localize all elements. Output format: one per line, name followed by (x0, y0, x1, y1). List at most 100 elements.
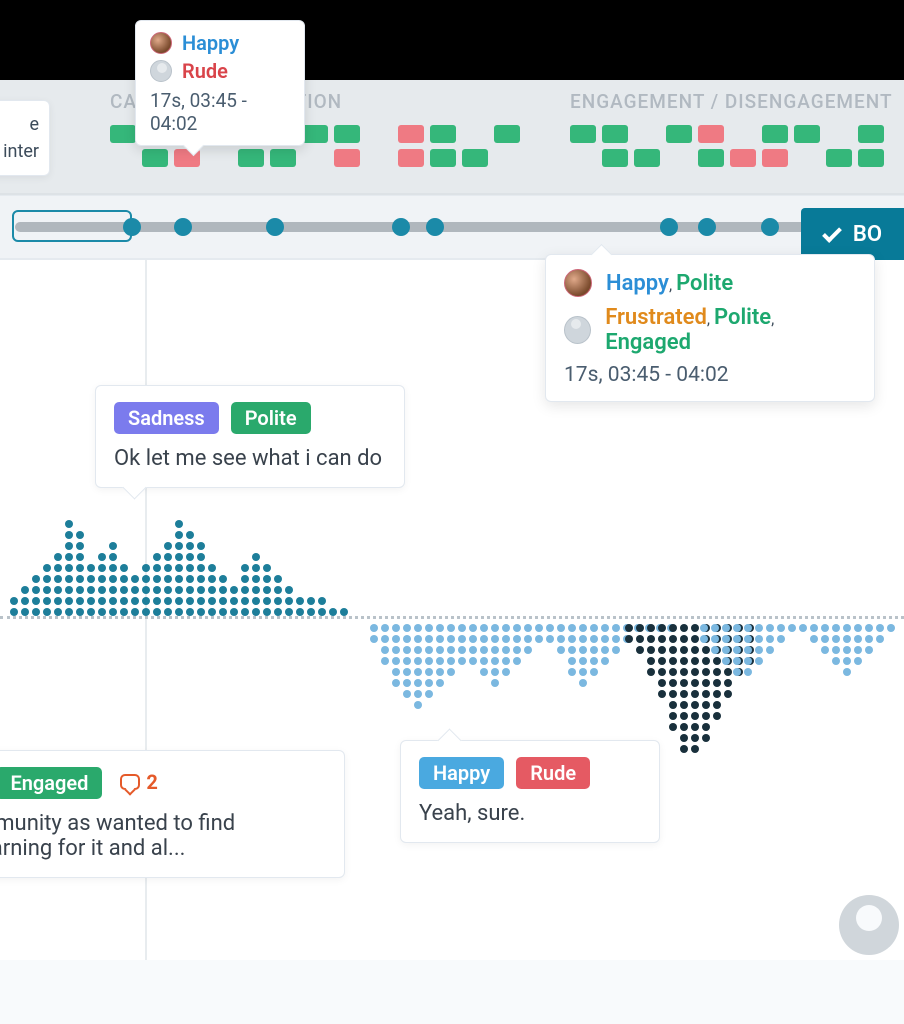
comment-count[interactable]: 2 (120, 770, 157, 794)
segment[interactable] (858, 125, 884, 143)
segment-row[interactable] (570, 149, 893, 167)
bubble-text: Ok let me see what i can do (114, 446, 386, 471)
emo-frustrated: Frustrated (605, 305, 707, 330)
popover-time: 17s, 03:45 - 04:02 (564, 363, 856, 387)
waveform-canvas[interactable] (0, 520, 904, 720)
sep: , (669, 275, 676, 294)
segment[interactable] (110, 149, 136, 167)
tooltip-emotion-1: Happy (182, 31, 239, 55)
segment[interactable] (462, 149, 488, 167)
segment[interactable] (762, 125, 788, 143)
help-fab-icon[interactable] (839, 895, 899, 955)
segment[interactable] (858, 149, 884, 167)
segment[interactable] (826, 149, 852, 167)
timeline-marker[interactable] (426, 218, 444, 236)
segment[interactable] (634, 149, 660, 167)
segment[interactable] (110, 125, 136, 143)
timeline-marker[interactable] (392, 218, 410, 236)
segment[interactable] (462, 125, 488, 143)
emo-happy: Happy (606, 271, 669, 296)
timeline-marker[interactable] (660, 218, 678, 236)
segment[interactable] (826, 125, 852, 143)
segment[interactable] (570, 125, 596, 143)
segment[interactable] (142, 149, 168, 167)
emo-polite: Polite (676, 271, 733, 296)
segment[interactable] (366, 125, 392, 143)
timeline-strip: BO (0, 195, 904, 260)
line: g a warning for it and al... (0, 836, 326, 861)
avatar-agent-icon (564, 269, 592, 297)
segment[interactable] (634, 125, 660, 143)
transcript-bubble-customer[interactable]: Happy Rude Yeah, sure. (400, 740, 660, 843)
segment[interactable] (302, 149, 328, 167)
waveform-speaker1 (10, 520, 348, 616)
segment[interactable] (666, 149, 692, 167)
segment[interactable] (730, 125, 756, 143)
emotion-column-engagement: ENGAGEMENT / DISENGAGEMENT (570, 90, 893, 173)
segment[interactable] (334, 149, 360, 167)
timeline-marker[interactable] (266, 218, 284, 236)
comment-number: 2 (146, 770, 157, 794)
timeline-marker[interactable] (761, 218, 779, 236)
avatar-agent-icon (150, 32, 172, 54)
segment[interactable] (602, 125, 628, 143)
timeline-track[interactable] (15, 222, 854, 232)
transcript-bubble-agent[interactable]: Sadness Polite Ok let me see what i can … (95, 385, 405, 488)
emo-engaged: Engaged (605, 330, 691, 355)
bubble-text: r community as wanted to find g a warnin… (0, 811, 326, 861)
main-area: Happy, Polite Frustrated, Polite, Engage… (0, 260, 904, 960)
clip-line2: inter (0, 138, 39, 165)
emotion-summary-panel: e inter Happy Rude 17s, 03:45 - 04:02 CA… (0, 80, 904, 195)
segment[interactable] (430, 149, 456, 167)
timeline-marker[interactable] (123, 218, 141, 236)
timeline-marker[interactable] (698, 218, 716, 236)
segment-tooltip: Happy Rude 17s, 03:45 - 04:02 (135, 20, 305, 146)
tag-rude: Rude (516, 757, 590, 789)
tag-happy: Happy (419, 757, 504, 789)
segment[interactable] (302, 125, 328, 143)
segment[interactable] (334, 125, 360, 143)
line: r community as wanted to find (0, 811, 326, 836)
segment[interactable] (430, 125, 456, 143)
tooltip-emotion-2: Rude (182, 59, 228, 83)
segment-row[interactable] (110, 149, 520, 167)
tag-polite: Polite (231, 402, 311, 434)
transcript-bubble-left-clipped[interactable]: te Engaged 2 r community as wanted to fi… (0, 750, 345, 878)
segment[interactable] (570, 149, 596, 167)
segment[interactable] (794, 149, 820, 167)
segment[interactable] (602, 149, 628, 167)
avatar-customer-icon (150, 60, 172, 82)
check-icon (822, 223, 842, 243)
segment[interactable] (270, 149, 296, 167)
comment-icon (120, 774, 140, 790)
tooltip-time: 17s, 03:45 - 04:02 (150, 89, 290, 135)
segment[interactable] (762, 149, 788, 167)
sep: , (707, 309, 714, 328)
segment[interactable] (238, 149, 264, 167)
emotion-column-calmness: Happy Rude 17s, 03:45 - 04:02 CALMNESS /… (110, 90, 520, 173)
segment[interactable] (494, 125, 520, 143)
segment[interactable] (398, 149, 424, 167)
clip-line1: e (0, 111, 39, 138)
segment[interactable] (794, 125, 820, 143)
bo-button-label: BO (853, 222, 882, 247)
waveform-speaker2-c (700, 624, 895, 676)
baseline (0, 616, 904, 619)
segment[interactable] (698, 149, 724, 167)
segment[interactable] (206, 149, 232, 167)
tag-engaged: Engaged (0, 767, 102, 799)
moment-detail-popover: Happy, Polite Frustrated, Polite, Engage… (545, 254, 875, 402)
segment-row[interactable] (570, 125, 893, 143)
segment[interactable] (698, 125, 724, 143)
segment[interactable] (398, 125, 424, 143)
segment[interactable] (730, 149, 756, 167)
segment[interactable] (366, 149, 392, 167)
segment[interactable] (666, 125, 692, 143)
timeline-marker[interactable] (174, 218, 192, 236)
clipped-card-left: e inter (0, 100, 50, 176)
timeline-selection[interactable] (12, 210, 132, 242)
sep: , (771, 309, 774, 328)
bubble-text: Yeah, sure. (419, 801, 641, 826)
section-title-engagement: ENGAGEMENT / DISENGAGEMENT (570, 90, 893, 113)
emo-polite: Polite (714, 305, 771, 330)
